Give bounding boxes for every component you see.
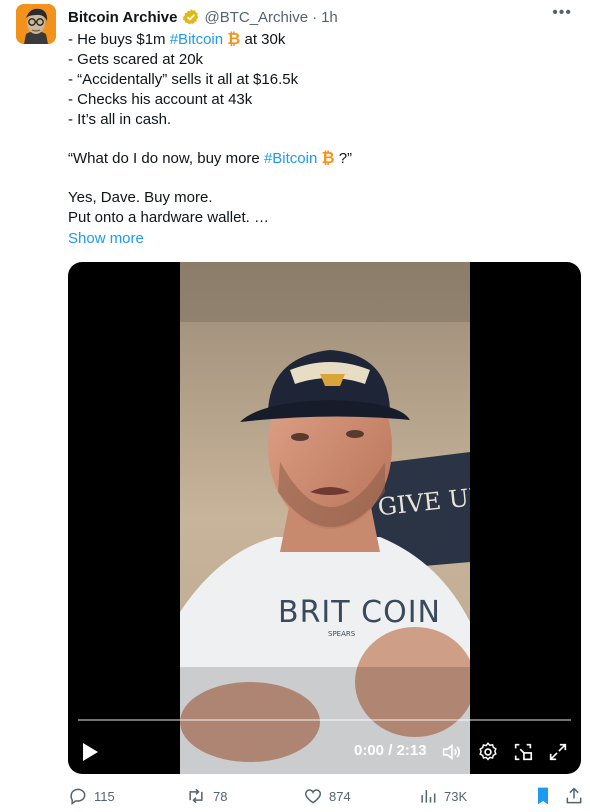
author-handle[interactable]: @BTC_Archive	[204, 9, 308, 26]
volume-icon[interactable]	[440, 740, 462, 764]
play-icon[interactable]	[80, 740, 100, 764]
tweet-line: - It’s all in cash.	[68, 111, 172, 128]
bitcoin-emoji-icon: ₿	[321, 150, 335, 167]
views-count: 73K	[444, 788, 468, 804]
verified-badge-icon	[182, 8, 200, 26]
author-name[interactable]: Bitcoin Archive	[68, 9, 177, 26]
show-more-link[interactable]: Show more	[68, 229, 568, 249]
video-player[interactable]: GIVE UP BRIT COIN SPEARS 0:00 / 2:13	[68, 262, 581, 774]
shirt-subtext: SPEARS	[328, 630, 356, 638]
tweet-line: Put onto a hardware wallet. …	[68, 209, 269, 226]
reply-count: 115	[94, 788, 115, 804]
share-button[interactable]	[564, 786, 584, 806]
like-button[interactable]: 874	[303, 786, 351, 806]
views-button[interactable]: 73K	[418, 786, 467, 806]
video-timecode: 0:00 / 2:13	[354, 742, 427, 759]
reply-icon	[70, 788, 86, 805]
tweet-text: - He buys $1m #Bitcoin ₿ at 30k - Gets s…	[68, 30, 568, 249]
tweet-line: - Checks his account at 43k	[68, 91, 253, 108]
text-segment: at 30k	[240, 31, 286, 48]
pip-icon[interactable]	[512, 740, 534, 764]
repost-button[interactable]: 78	[185, 786, 227, 806]
repost-count: 78	[213, 788, 228, 804]
avatar[interactable]	[16, 4, 56, 44]
bitcoin-emoji-icon: ₿	[227, 31, 241, 48]
video-frame: GIVE UP BRIT COIN SPEARS	[180, 262, 470, 774]
tweet-header: Bitcoin Archive @BTC_Archive · 1h •••	[68, 4, 578, 28]
tweet-line: - Gets scared at 20k	[68, 51, 204, 68]
text-segment: - He buys $1m	[68, 31, 170, 48]
tweet-actions: 115 78 874 73K	[68, 786, 588, 808]
video-still-image: GIVE UP BRIT COIN SPEARS	[180, 262, 470, 774]
hashtag-bitcoin[interactable]: #Bitcoin	[264, 150, 317, 167]
hashtag-bitcoin[interactable]: #Bitcoin	[170, 31, 223, 48]
shirt-text: BRIT COIN	[278, 595, 441, 630]
reply-button[interactable]: 115	[68, 786, 115, 806]
tweet-line: - He buys $1m #Bitcoin ₿ at 30k	[68, 30, 568, 50]
bookmark-button[interactable]	[534, 786, 552, 806]
tweet-line: - “Accidentally” sells it all at $16.5k	[68, 71, 299, 88]
text-segment: “What do I do now, buy more	[68, 150, 264, 167]
text-segment: ?”	[334, 150, 353, 167]
like-count: 874	[329, 788, 351, 804]
fullscreen-icon[interactable]	[547, 740, 569, 764]
tweet-line: “What do I do now, buy more #Bitcoin ₿ ?…	[68, 149, 568, 169]
bookmark-icon	[538, 787, 548, 805]
share-icon	[566, 787, 582, 804]
tweet-timestamp[interactable]: 1h	[321, 9, 338, 26]
like-icon	[304, 789, 322, 804]
views-icon	[421, 790, 436, 803]
avatar-illustration	[16, 4, 56, 44]
separator-dot: ·	[312, 8, 318, 26]
video-progress-bar[interactable]	[78, 719, 571, 721]
settings-icon[interactable]	[477, 740, 499, 764]
more-icon[interactable]: •••	[552, 4, 572, 22]
repost-icon	[189, 788, 203, 804]
tweet-line: Yes, Dave. Buy more.	[68, 189, 213, 206]
